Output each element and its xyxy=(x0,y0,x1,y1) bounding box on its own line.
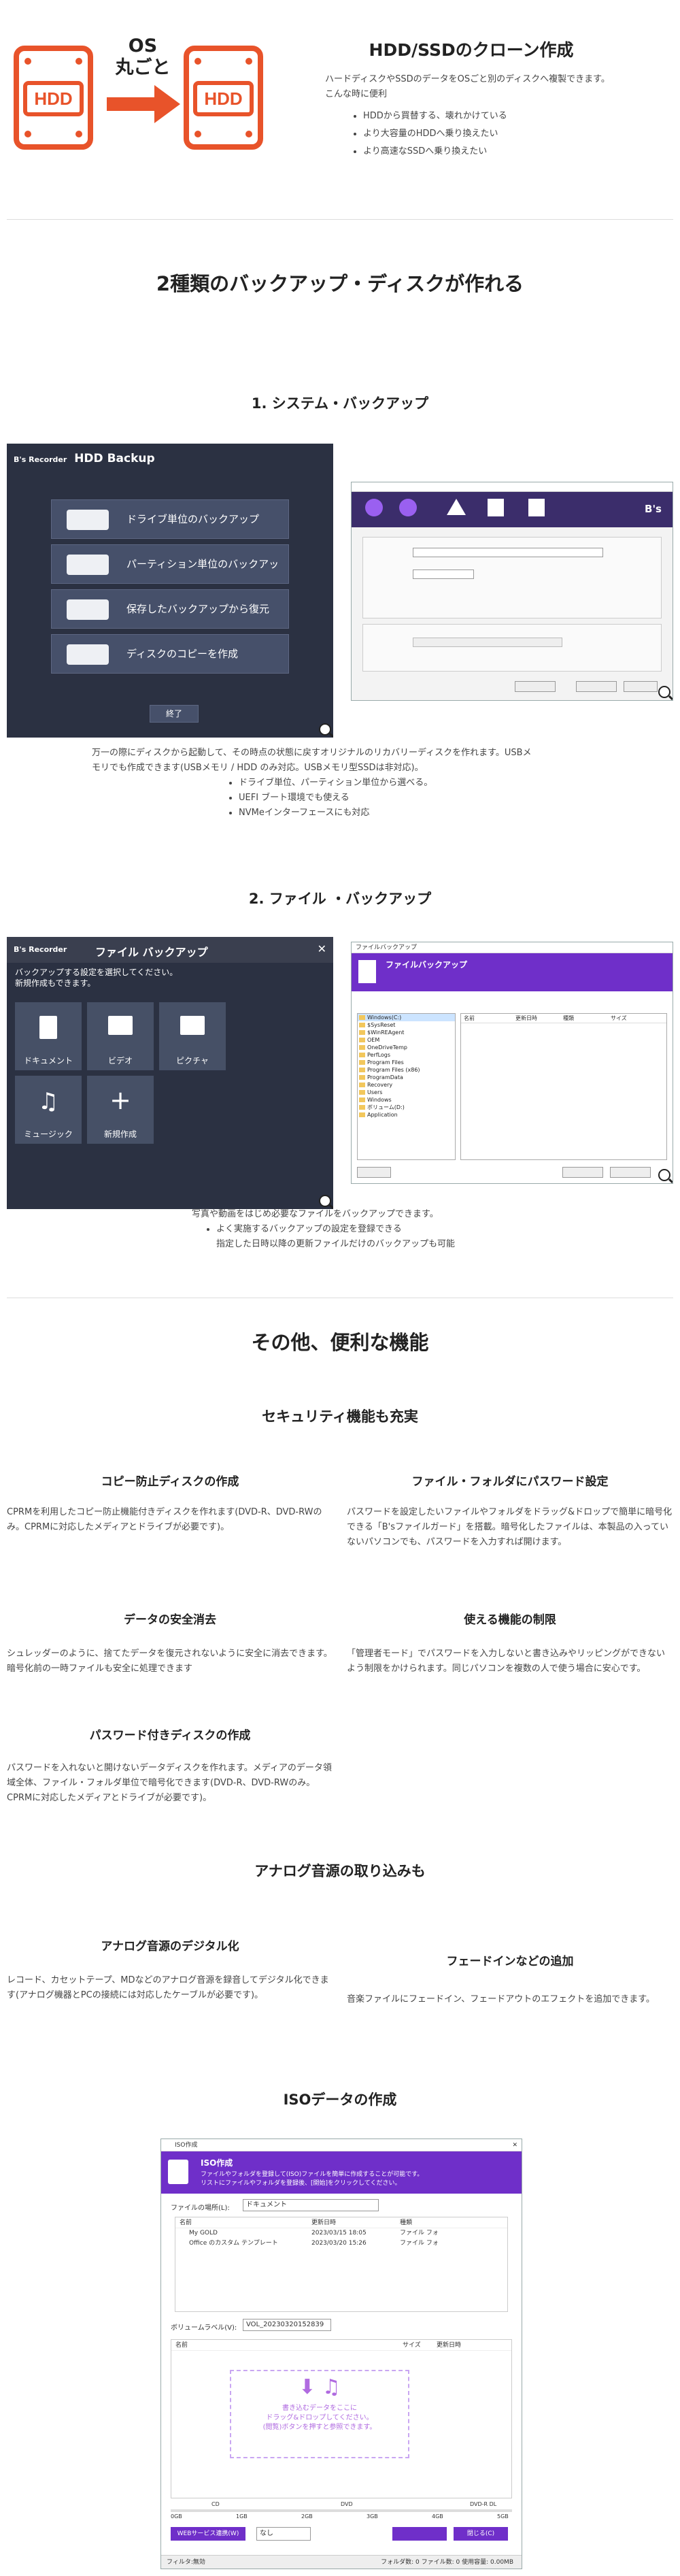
iso-header-desc: リストにファイルやフォルダを登録後、[開始]をクリックしてください。 xyxy=(201,2180,401,2187)
volume-input[interactable]: VOL_20230320152839 xyxy=(243,2319,331,2331)
tile-documents[interactable]: ドキュメント xyxy=(15,1002,82,1070)
system-backup-desc: モリでも作成できます(USBメモリ / HDD のみ対応。USBメモリ型SSDは… xyxy=(92,763,424,773)
location-label: ファイルの場所(L): xyxy=(171,2205,230,2212)
hdd-target-icon: HDD xyxy=(184,46,263,150)
hero-desc-sub: こんな時に便利 xyxy=(325,89,388,99)
music-icon: ♫ xyxy=(37,1088,59,1115)
web-service-button[interactable]: WEBサービス連携(W) xyxy=(171,2527,245,2541)
file-backup-bullet: よく実施するバックアップの設定を登録できる xyxy=(205,1222,545,1237)
zoom-icon[interactable] xyxy=(658,686,670,698)
plus-icon: + xyxy=(109,1085,131,1115)
iso-icon xyxy=(168,2160,188,2184)
hero-bullet: より高速なSSDへ乗り換えたい xyxy=(352,144,672,159)
feature-text: 「管理者モード」でパスワードを入力しないと書き込みやリッピングができないよう制限… xyxy=(347,1649,666,1674)
start-button[interactable] xyxy=(392,2527,447,2541)
close-icon[interactable]: ✕ xyxy=(318,942,326,955)
analog-title: アナログ音源の取り込みも xyxy=(254,1863,426,1879)
volume-label: ボリュームラベル(V): xyxy=(171,2324,237,2332)
feature-text: パスワードを設定したいファイルやフォルダをドラッグ&ドロップで簡単に暗号化できる… xyxy=(347,1507,673,1547)
feature-title: ファイル・フォルダにパスワード設定 xyxy=(411,1475,609,1489)
drive-backup-button[interactable]: ドライブ単位のバックアップ xyxy=(51,499,289,539)
drop-icon: ⬇ ♫ xyxy=(299,2375,341,2399)
location-select[interactable]: ドキュメント xyxy=(243,2199,379,2211)
feature-title: フェードインなどの追加 xyxy=(446,1955,574,1968)
zoom-icon[interactable] xyxy=(319,723,331,736)
app-logo: B's Recorder xyxy=(14,455,67,464)
file-backup-desc: 写真や動画をはじめ必要なファイルをバックアップできます。 xyxy=(192,1209,439,1219)
file-backup-title: 2. ファイル ・バックアップ xyxy=(248,891,432,907)
status-summary: フォルダ数: 0 ファイル数: 0 使用容量: 0.00MB xyxy=(381,2559,513,2566)
arrow-right-icon xyxy=(107,85,180,123)
divider xyxy=(7,219,673,220)
system-backup-title: 1. システム・バックアップ xyxy=(251,395,429,412)
system-backup-desc: 万一の際にディスクから起動して、その時点の状態に戻すオリジナルのリカバリーディス… xyxy=(92,748,532,758)
zoom-icon[interactable] xyxy=(658,1169,670,1181)
iso-header: ISO作成 xyxy=(201,2158,233,2168)
close-button[interactable]: 閉じる(C) xyxy=(454,2527,508,2541)
system-backup-bullet: UEFI ブート環境でも使える xyxy=(228,791,595,806)
backup-wizard-screenshot[interactable]: B's xyxy=(351,482,673,701)
section-title-other: その他、便利な機能 xyxy=(251,1331,429,1354)
window-title: ISO作成 xyxy=(175,2142,198,2149)
window-title: ファイルバックアップ xyxy=(352,942,673,953)
file-backup-window-screenshot[interactable]: ファイルバックアップ ファイルバックアップ Windows(C:) $SysRe… xyxy=(351,942,673,1184)
feature-title: コピー防止ディスクの作成 xyxy=(101,1475,239,1489)
tile-music[interactable]: ♫ ミュージック xyxy=(15,1076,82,1144)
app-title: HDD Backup xyxy=(74,452,155,465)
web-service-select[interactable]: なし xyxy=(256,2527,311,2541)
capacity-scale: CD DVD DVD-R DL 0GB 1GB 2GB 3GB 4GB 5GB xyxy=(171,2501,512,2522)
file-backup-prompt: 新規作成もできます。 xyxy=(15,978,96,988)
app-title: ファイル バックアップ xyxy=(95,946,208,959)
hdd-backup-screenshot[interactable]: B's Recorder HDD Backup ドライブ単位のバックアップ パー… xyxy=(7,444,333,738)
hero-bullet: HDDから買替する、壊れかけている xyxy=(352,109,672,124)
hdd-label: HDD xyxy=(193,81,254,116)
zoom-icon[interactable] xyxy=(319,1195,331,1207)
feature-title: アナログ音源のデジタル化 xyxy=(101,1940,239,1953)
status-filter: フィルタ:無効 xyxy=(167,2559,205,2566)
disk-copy-button[interactable]: ディスクのコピーを作成 xyxy=(51,634,289,674)
tile-video[interactable]: ビデオ xyxy=(87,1002,154,1070)
partition-backup-button[interactable]: パーティション単位のバックアップ xyxy=(51,544,289,608)
table-row[interactable]: Office のカスタム テンプレート 2023/03/20 15:26 ファイ… xyxy=(175,2239,507,2249)
file-backup-prompt: バックアップする設定を選択してください。 xyxy=(15,968,178,977)
feature-text: レコード、カセットテープ、MDなどのアナログ音源を録音してデジタル化できます(ア… xyxy=(7,1975,329,2000)
drop-zone[interactable]: ⬇ ♫ 書き込むデータをここに ドラッグ&ドロップしてください。 (閲覧)ボタン… xyxy=(230,2370,409,2458)
section-title-backup: 2種類のバックアップ・ディスクが作れる xyxy=(156,272,524,295)
feature-title: 使える機能の制限 xyxy=(464,1613,556,1627)
folder-tree[interactable]: Windows(C:) $SysReset $WinREAgent OEM OneD… xyxy=(357,1013,456,1160)
feature-title: パスワード付きディスクの作成 xyxy=(89,1729,251,1743)
feature-text: CPRMを利用したコピー防止機能付きディスクを作れます(DVD-R、DVD-RW… xyxy=(7,1507,322,1532)
file-backup-screenshot[interactable]: B's Recorder ファイル バックアップ ✕ バックアップする設定を選択… xyxy=(7,937,333,1209)
close-icon[interactable]: ✕ xyxy=(512,2139,517,2151)
hdd-label: HDD xyxy=(23,81,84,116)
iso-header-desc: ファイルやフォルダを登録して(ISO)ファイルを簡単に作成することが可能です。 xyxy=(201,2171,424,2178)
system-backup-bullet: NVMeインターフェースにも対応 xyxy=(228,806,595,821)
file-backup-sub: 指定した日時以降の更新ファイルだけのバックアップも可能 xyxy=(216,1239,456,1249)
os-label: OS 丸ごと xyxy=(115,35,171,78)
file-list[interactable]: 名前 更新日時 種類 サイズ xyxy=(460,1013,667,1160)
hero-bullet: より大容量のHDDへ乗り換えたい xyxy=(352,127,672,142)
source-file-list[interactable]: 名前 更新日時 種類 My GOLD 2023/03/15 18:05 ファイル… xyxy=(175,2217,508,2312)
page: HDD OS 丸ごと HDD HDD/SSDのクローン作成 ハードディスクやSS… xyxy=(0,0,680,2576)
table-row[interactable]: My GOLD 2023/03/15 18:05 ファイル フォ xyxy=(175,2228,507,2239)
hero-title: HDD/SSDのクローン作成 xyxy=(369,40,574,60)
hdd-source-icon: HDD xyxy=(14,46,93,150)
hero-desc: ハードディスクやSSDのデータをOSごと別のディスクへ複製できます。 xyxy=(325,74,610,84)
app-logo: B's Recorder xyxy=(14,945,67,954)
window-header: ファイルバックアップ xyxy=(386,960,468,970)
iso-title: ISOデータの作成 xyxy=(283,2092,397,2108)
feature-text: 音楽ファイルにフェードイン、フェードアウトのエフェクトを追加できます。 xyxy=(347,1994,655,2004)
exit-button[interactable]: 終了 xyxy=(150,705,199,723)
security-title: セキュリティ機能も充実 xyxy=(262,1408,418,1425)
restore-button[interactable]: 保存したバックアップから復元 xyxy=(51,589,289,629)
iso-create-screenshot[interactable]: ISO作成 ✕ ISO作成 ファイルやフォルダを登録して(ISO)ファイルを簡単… xyxy=(160,2139,522,2569)
system-backup-bullet: ドライブ単位、パーティション単位から選べる。 xyxy=(228,776,595,791)
feature-text: シュレッダーのように、捨てたデータを復元されないように安全に消去できます。暗号化… xyxy=(7,1649,333,1674)
feature-title: データの安全消去 xyxy=(124,1613,216,1627)
tile-new[interactable]: + 新規作成 xyxy=(87,1076,154,1144)
tile-pictures[interactable]: ピクチャ xyxy=(159,1002,226,1070)
feature-text: パスワードを入れないと開けないデータディスクを作れます。メディアのデータ領域全体… xyxy=(7,1763,332,1803)
iso-file-list[interactable]: 名前 サイズ 更新日時 ⬇ ♫ 書き込むデータをここに ドラッグ&ドロップしてく… xyxy=(171,2339,512,2498)
